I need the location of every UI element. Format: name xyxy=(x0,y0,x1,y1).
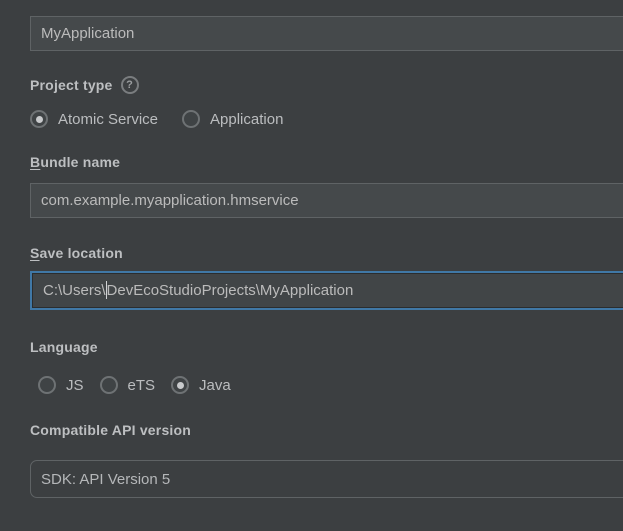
radio-application-label[interactable]: Application xyxy=(210,111,283,128)
bundle-name-label-text: Bundle name xyxy=(30,154,120,170)
radio-circle-icon xyxy=(182,110,200,128)
radio-circle-icon xyxy=(171,376,189,394)
radio-dot xyxy=(36,116,43,123)
save-location-label: Save location xyxy=(30,245,623,261)
language-radio-group: JS eTS Java xyxy=(30,376,623,394)
project-name-value: MyApplication xyxy=(41,25,134,42)
radio-ets-label[interactable]: eTS xyxy=(128,377,156,394)
compatible-api-version-label-text: Compatible API version xyxy=(30,422,191,438)
project-type-label-text: Project type xyxy=(30,77,113,93)
save-location-value-after-caret: DevEcoStudioProjects\MyApplication xyxy=(107,282,354,299)
radio-js-label[interactable]: JS xyxy=(66,377,84,394)
save-location-focus-ring: C:\Users\DevEcoStudioProjects\MyApplicat… xyxy=(30,271,623,310)
radio-atomic-service[interactable]: Atomic Service xyxy=(30,110,158,128)
radio-java-label[interactable]: Java xyxy=(199,377,231,394)
save-location-label-text: Save location xyxy=(30,245,123,261)
language-label: Language xyxy=(30,339,623,355)
radio-application[interactable]: Application xyxy=(182,110,283,128)
project-config-form: MyApplication Project type ? Atomic Serv… xyxy=(0,0,623,531)
radio-java[interactable]: Java xyxy=(171,376,231,394)
project-type-radio-group: Atomic Service Application xyxy=(30,110,623,128)
radio-atomic-service-label[interactable]: Atomic Service xyxy=(58,111,158,128)
language-label-text: Language xyxy=(30,339,98,355)
project-name-input[interactable]: MyApplication xyxy=(30,16,623,51)
help-icon[interactable]: ? xyxy=(121,76,139,94)
radio-circle-icon xyxy=(30,110,48,128)
bundle-name-value: com.example.myapplication.hmservice xyxy=(41,192,299,209)
compatible-api-version-label: Compatible API version xyxy=(30,422,623,438)
save-location-input[interactable]: C:\Users\DevEcoStudioProjects\MyApplicat… xyxy=(33,274,623,307)
sdk-api-version-value: SDK: API Version 5 xyxy=(41,471,170,488)
save-location-value-before-caret: C:\Users\ xyxy=(43,282,106,299)
bundle-name-label: Bundle name xyxy=(30,154,623,170)
sdk-api-version-combobox[interactable]: SDK: API Version 5 xyxy=(30,460,623,498)
radio-ets[interactable]: eTS xyxy=(100,376,156,394)
project-type-label: Project type ? xyxy=(30,76,623,94)
radio-circle-icon xyxy=(100,376,118,394)
radio-dot xyxy=(177,382,184,389)
radio-circle-icon xyxy=(38,376,56,394)
bundle-name-input[interactable]: com.example.myapplication.hmservice xyxy=(30,183,623,218)
radio-js[interactable]: JS xyxy=(38,376,84,394)
